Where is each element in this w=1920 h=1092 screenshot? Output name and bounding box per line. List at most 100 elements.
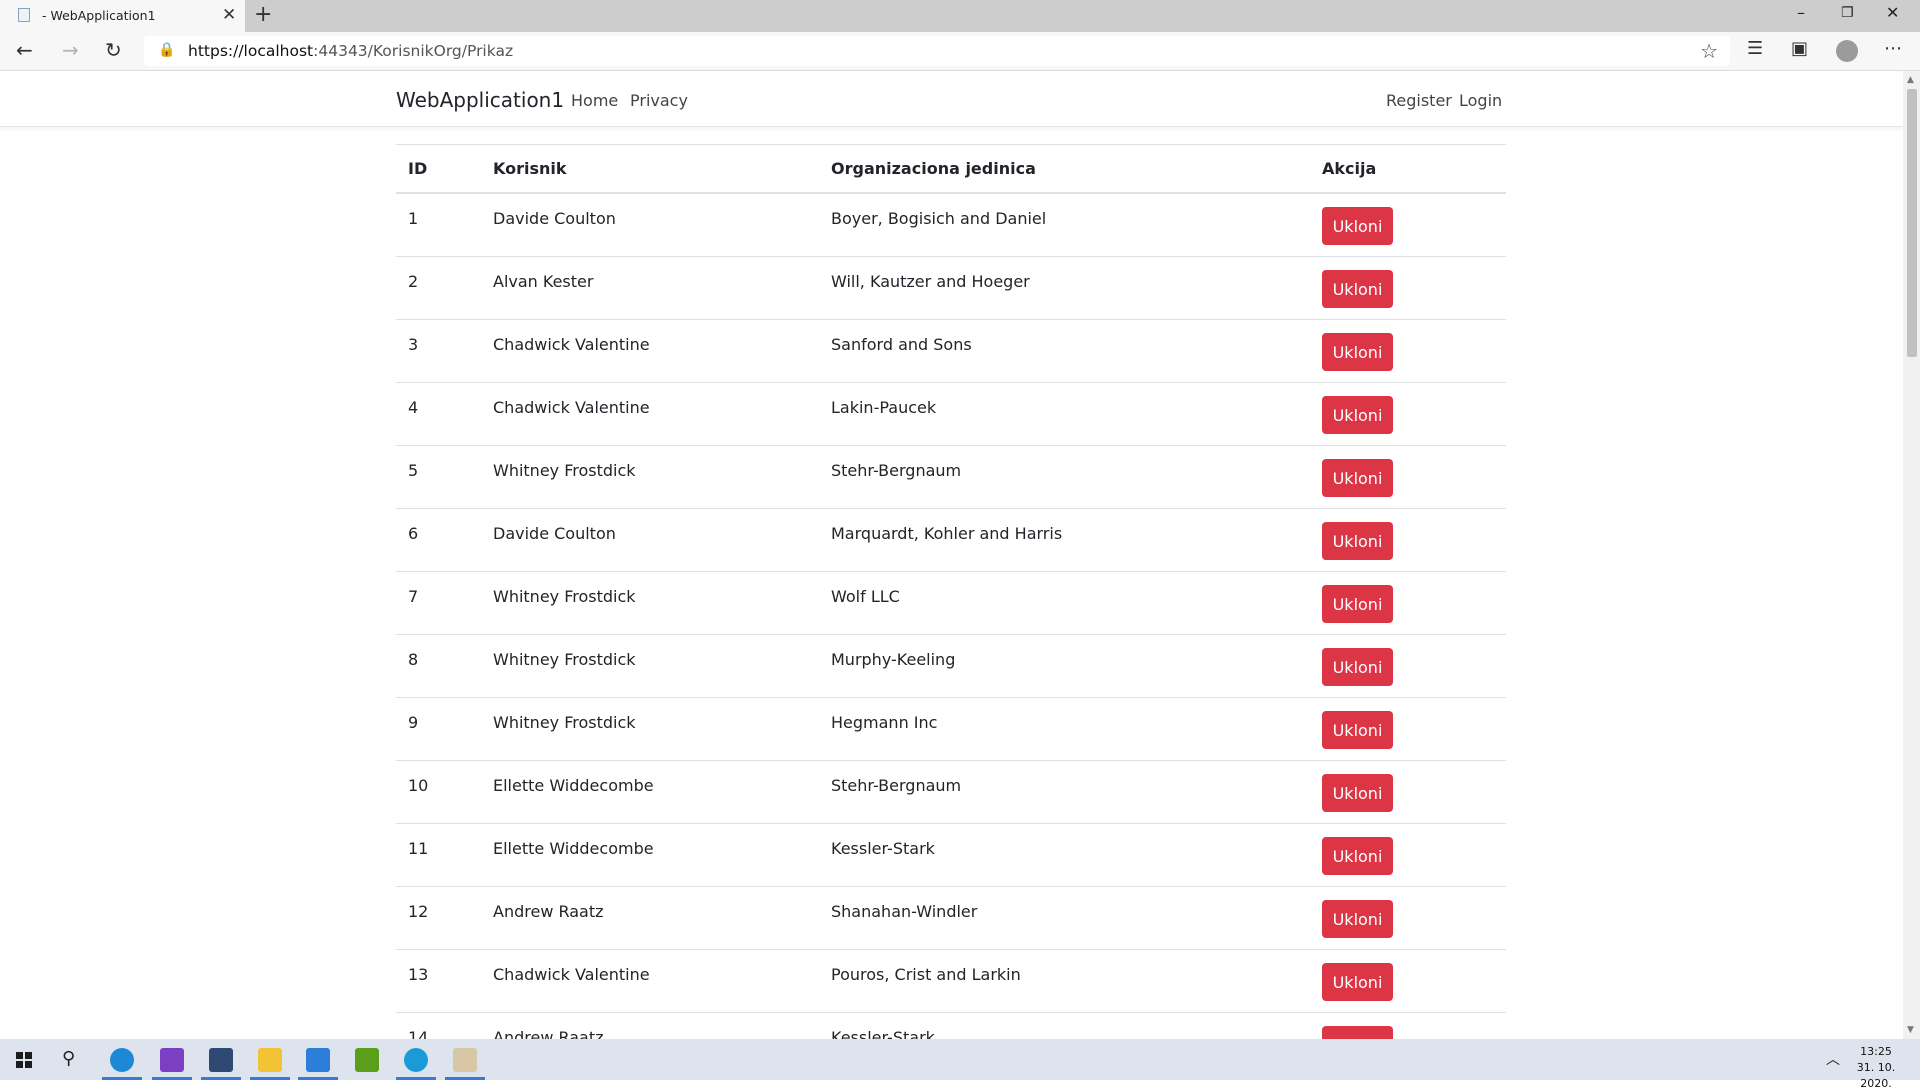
cell-id-text: 7 <box>408 587 419 606</box>
restore-icon[interactable]: ❐ <box>1841 5 1854 21</box>
cell-korisnik: Whitney Frostdick <box>481 445 819 509</box>
table-header-row: ID Korisnik Organizaciona jedinica Akcij… <box>396 144 1506 194</box>
scroll-down-icon[interactable]: ▼ <box>1907 1025 1914 1035</box>
favorites-list-icon[interactable]: ☰ <box>1747 38 1763 59</box>
minimize-icon[interactable]: – <box>1797 3 1805 22</box>
cell-akcija: Ukloni <box>1310 571 1506 635</box>
close-tab-icon[interactable]: ✕ <box>222 5 236 25</box>
ukloni-button[interactable]: Ukloni <box>1322 1026 1393 1039</box>
cell-korisnik-text: Andrew Raatz <box>493 1028 604 1039</box>
paint-icon[interactable] <box>453 1048 477 1072</box>
back-icon[interactable]: ← <box>16 38 33 62</box>
cell-id: 13 <box>396 949 481 1013</box>
cell-id-text: 4 <box>408 398 419 417</box>
sql-management-icon[interactable] <box>209 1048 233 1072</box>
cell-akcija: Ukloni <box>1310 508 1506 572</box>
web-page: WebApplication1 Home Privacy Register Lo… <box>0 71 1903 1039</box>
cell-org: Pouros, Crist and Larkin <box>819 949 1310 1013</box>
ukloni-button[interactable]: Ukloni <box>1322 459 1393 497</box>
table-row: 9 Whitney Frostdick Hegmann Inc Ukloni <box>396 697 1506 761</box>
ukloni-button[interactable]: Ukloni <box>1322 648 1393 686</box>
cell-id-text: 9 <box>408 713 419 732</box>
cell-id-text: 6 <box>408 524 419 543</box>
cell-korisnik-text: Whitney Frostdick <box>493 713 636 732</box>
cell-korisnik-text: Whitney Frostdick <box>493 650 636 669</box>
cell-id: 9 <box>396 697 481 761</box>
cell-akcija: Ukloni <box>1310 382 1506 446</box>
refresh-icon[interactable]: ↻ <box>105 38 122 62</box>
system-clock[interactable]: 13:25 31. 10. 2020. <box>1846 1044 1906 1092</box>
cell-korisnik: Davide Coulton <box>481 508 819 572</box>
ukloni-button[interactable]: Ukloni <box>1322 900 1393 938</box>
close-window-icon[interactable]: ✕ <box>1886 3 1899 22</box>
cell-id: 1 <box>396 193 481 257</box>
nav-link-privacy[interactable]: Privacy <box>630 91 688 110</box>
cell-org: Kessler-Stark <box>819 823 1310 887</box>
scrollbar-thumb[interactable] <box>1907 89 1917 357</box>
address-bar-row: ← → ↻ 🔒 https://localhost:44343/Korisnik… <box>0 32 1920 71</box>
cell-korisnik-text: Chadwick Valentine <box>493 398 650 417</box>
cell-id: 6 <box>396 508 481 572</box>
cell-org-text: Kessler-Stark <box>831 1028 935 1039</box>
edge-icon[interactable] <box>110 1048 134 1072</box>
ukloni-button[interactable]: Ukloni <box>1322 522 1393 560</box>
nav-link-home[interactable]: Home <box>571 91 618 110</box>
visual-studio-icon[interactable] <box>160 1048 184 1072</box>
cell-korisnik-text: Davide Coulton <box>493 524 616 543</box>
new-tab-icon[interactable]: + <box>254 2 272 27</box>
site-navbar: WebApplication1 Home Privacy Register Lo… <box>0 71 1903 127</box>
cell-id: 2 <box>396 256 481 320</box>
ukloni-button[interactable]: Ukloni <box>1322 333 1393 371</box>
favorite-star-icon[interactable]: ☆ <box>1700 39 1718 63</box>
clock-time: 13:25 <box>1860 1045 1892 1058</box>
table-row: 12 Andrew Raatz Shanahan-Windler Ukloni <box>396 886 1506 950</box>
url-field[interactable]: 🔒 https://localhost:44343/KorisnikOrg/Pr… <box>144 36 1730 66</box>
scroll-up-icon[interactable]: ▲ <box>1907 75 1914 85</box>
ukloni-button[interactable]: Ukloni <box>1322 396 1393 434</box>
more-options-icon[interactable]: ⋯ <box>1884 38 1902 59</box>
cell-org: Kessler-Stark <box>819 1012 1310 1039</box>
ukloni-button[interactable]: Ukloni <box>1322 207 1393 245</box>
cell-org: Lakin-Paucek <box>819 382 1310 446</box>
nav-link-login[interactable]: Login <box>1459 91 1502 110</box>
ukloni-button[interactable]: Ukloni <box>1322 585 1393 623</box>
edge-browser-icon[interactable] <box>404 1048 428 1072</box>
cell-org-text: Lakin-Paucek <box>831 398 937 417</box>
korisnik-org-table: ID Korisnik Organizaciona jedinica Akcij… <box>396 144 1506 1039</box>
table-row: 11 Ellette Widdecombe Kessler-Stark Ukloni <box>396 823 1506 887</box>
cell-korisnik-text: Chadwick Valentine <box>493 965 650 984</box>
windows-taskbar: ⚲ ︿ 13:25 31. 10. 2020. <box>0 1039 1920 1090</box>
forward-icon[interactable]: → <box>62 38 79 62</box>
cell-id: 11 <box>396 823 481 887</box>
nvidia-icon[interactable] <box>355 1048 379 1072</box>
table-row: 1 Davide Coulton Boyer, Bogisich and Danie… <box>396 193 1506 257</box>
profile-avatar[interactable] <box>1836 40 1858 62</box>
file-explorer-icon[interactable] <box>258 1048 282 1072</box>
cell-akcija: Ukloni <box>1310 319 1506 383</box>
navbar-brand[interactable]: WebApplication1 <box>396 88 564 112</box>
table-row: 13 Chadwick Valentine Pouros, Crist and La… <box>396 949 1506 1013</box>
cell-akcija: Ukloni <box>1310 760 1506 824</box>
search-icon[interactable]: ⚲ <box>62 1048 75 1069</box>
lock-icon: 🔒 <box>158 42 176 58</box>
ukloni-button[interactable]: Ukloni <box>1322 711 1393 749</box>
tray-chevron-up-icon[interactable]: ︿ <box>1826 1049 1840 1069</box>
ukloni-button[interactable]: Ukloni <box>1322 963 1393 1001</box>
browser-tab[interactable]: - WebApplication1 ✕ <box>0 0 245 32</box>
table-row: 4 Chadwick Valentine Lakin-Paucek Ukloni <box>396 382 1506 446</box>
cell-org: Stehr-Bergnaum <box>819 760 1310 824</box>
cell-id: 10 <box>396 760 481 824</box>
photos-icon[interactable] <box>306 1048 330 1072</box>
page-scrollbar[interactable]: ▲ ▼ <box>1903 71 1920 1039</box>
collections-icon[interactable]: ▣ <box>1791 38 1808 59</box>
ukloni-button[interactable]: Ukloni <box>1322 837 1393 875</box>
windows-start-icon[interactable] <box>16 1052 32 1068</box>
column-header-id: ID <box>396 144 481 194</box>
cell-id: 14 <box>396 1012 481 1039</box>
ukloni-button[interactable]: Ukloni <box>1322 270 1393 308</box>
nav-link-register[interactable]: Register <box>1386 91 1452 110</box>
browser-tab-bar: - WebApplication1 ✕ + – ❐ ✕ <box>0 0 1920 32</box>
cell-akcija: Ukloni <box>1310 193 1506 257</box>
ukloni-button[interactable]: Ukloni <box>1322 774 1393 812</box>
cell-akcija: Ukloni <box>1310 823 1506 887</box>
